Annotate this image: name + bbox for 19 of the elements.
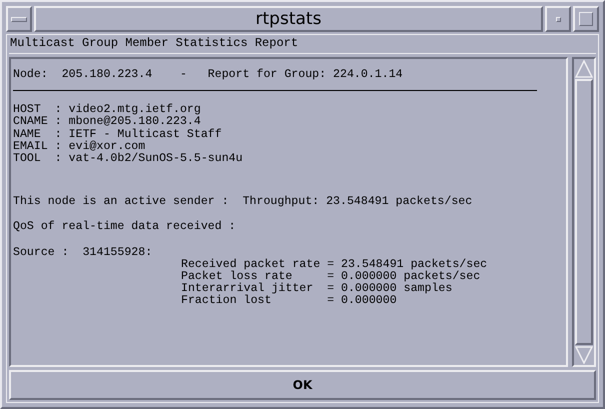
member-field: NAME : IETF - Multicast Staff: [13, 128, 222, 141]
statistic-line: Packet loss rate = 0.000000 packets/sec: [181, 271, 480, 284]
source-line: Source : 314155928:: [13, 246, 152, 259]
report-heading: Multicast Group Member Statistics Report: [9, 36, 596, 54]
statistic-line: Interarrival jitter = 0.000000 samples: [181, 283, 452, 296]
node-line: Node: 205.180.223.4 - Report for Group: 224.0.1.14: [13, 69, 403, 82]
member-field: TOOL : vat-4.0b2/SunOS-5.5-sun4u: [13, 153, 243, 166]
qos-line: QoS of real-time data received :: [13, 221, 236, 234]
ok-button[interactable]: OK: [9, 370, 596, 400]
statistic-line: Received packet rate = 23.548491 packets/sec: [181, 258, 488, 271]
maximize-button[interactable]: [573, 6, 599, 32]
sender-line: This node is an active sender : Throughput: 23.548491 packets/sec: [13, 196, 472, 208]
member-field: EMAIL : evi@xor.com: [13, 140, 146, 154]
window-menu-button[interactable]: [6, 6, 32, 32]
statistic-line: Fraction lost = 0.000000: [181, 295, 397, 308]
member-field: HOST : video2.mtg.ietf.org: [13, 104, 201, 116]
minimize-button[interactable]: [545, 6, 571, 32]
window-title: rtpstats: [34, 6, 543, 32]
member-field: CNAME : mbone@205.180.223.4: [13, 116, 201, 129]
